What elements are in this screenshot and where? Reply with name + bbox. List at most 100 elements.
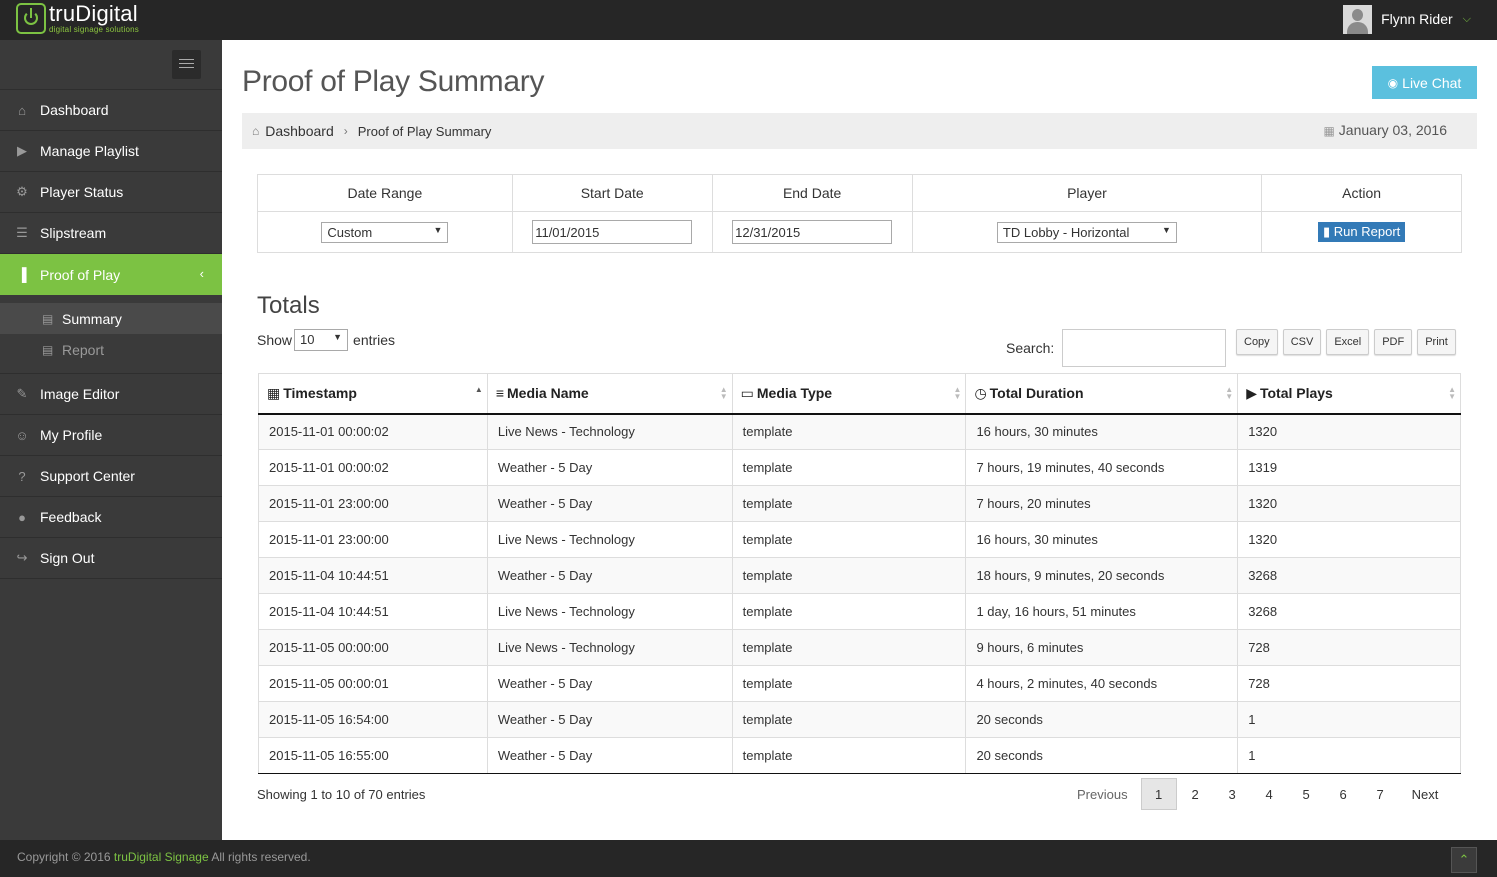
cell-total-duration: 18 hours, 9 minutes, 20 seconds <box>965 557 1239 594</box>
pagination: Previous 1 2 3 4 5 6 7 Next <box>1064 778 1451 810</box>
date-range-select[interactable]: Custom ▼ <box>321 221 449 243</box>
page-button-5[interactable]: 5 <box>1288 778 1325 810</box>
cell-media-type: template <box>731 629 967 666</box>
search-input[interactable] <box>1062 329 1226 367</box>
signal-icon: ▮ <box>1323 224 1331 239</box>
sidebar-item-label: Manage Playlist <box>40 143 139 159</box>
cell-media-type: template <box>731 449 967 486</box>
breadcrumb: ⌂ Dashboard › Proof of Play Summary ▦ Jan… <box>242 113 1477 149</box>
sidebar-item-label: Dashboard <box>40 102 109 118</box>
cell-media-type: template <box>731 737 967 774</box>
cell-timestamp: 2015-11-01 00:00:02 <box>258 449 488 486</box>
sidebar-item-proof-of-play[interactable]: ▐ Proof of Play ‹ <box>0 254 222 295</box>
caret-down-icon: ▼ <box>1162 224 1171 235</box>
sidebar-item-slipstream[interactable]: ☰ Slipstream <box>0 213 222 254</box>
copyright-suffix: All rights reserved. <box>211 850 311 864</box>
sort-icon: ▲ ▼ <box>1448 385 1456 401</box>
cell-media-name: Weather - 5 Day <box>486 557 733 594</box>
previous-page-button[interactable]: Previous <box>1064 778 1141 810</box>
list-icon: ≡ <box>495 385 505 402</box>
sidebar-item-my-profile[interactable]: ☺ My Profile <box>0 415 222 456</box>
user-menu[interactable]: Flynn Rider ⌵ <box>1343 4 1471 34</box>
cell-media-name: Live News - Technology <box>486 413 733 450</box>
cell-media-name: Weather - 5 Day <box>486 485 733 522</box>
cell-timestamp: 2015-11-01 00:00:02 <box>258 413 488 450</box>
table-info: Showing 1 to 10 of 70 entries <box>257 787 426 802</box>
sidebar-toggle-button[interactable] <box>172 50 201 79</box>
comments-icon: ◉ <box>1387 75 1399 90</box>
next-page-button[interactable]: Next <box>1399 778 1452 810</box>
page-button-4[interactable]: 4 <box>1251 778 1288 810</box>
entries-value: 10 <box>300 332 315 347</box>
sidebar-item-manage-playlist[interactable]: ▶ Manage Playlist <box>0 131 222 172</box>
print-button[interactable]: Print <box>1417 329 1456 355</box>
sort-icon: ▲ ▼ <box>1225 385 1234 401</box>
scroll-to-top-button[interactable]: ⌃ <box>1451 847 1477 873</box>
cell-media-name: Live News - Technology <box>486 521 733 558</box>
cell-total-plays: 1 <box>1237 737 1461 774</box>
cell-media-name: Weather - 5 Day <box>486 701 733 738</box>
sidebar-subitem-report[interactable]: ▤ Report <box>0 334 222 365</box>
footer-brand-link[interactable]: truDigital Signage <box>114 850 209 864</box>
csv-button[interactable]: CSV <box>1282 329 1322 355</box>
breadcrumb-dashboard-link[interactable]: Dashboard <box>265 123 334 139</box>
column-header-label: Media Name <box>507 385 589 402</box>
sidebar-item-sign-out[interactable]: ↪ Sign Out <box>0 538 222 579</box>
sidebar-subitem-label: Summary <box>62 310 122 327</box>
cell-media-name: Weather - 5 Day <box>486 737 733 774</box>
sidebar-item-image-editor[interactable]: ✎ Image Editor <box>0 374 222 415</box>
cell-media-name: Live News - Technology <box>486 593 733 630</box>
table-row: 2015-11-01 00:00:02 Live News - Technolog… <box>258 413 1461 450</box>
column-header-timestamp[interactable]: ▦ Timestamp ▲ <box>258 373 488 415</box>
copyright-prefix: Copyright © 2016 <box>17 850 111 864</box>
cell-total-plays: 1319 <box>1237 449 1461 486</box>
user-name: Flynn Rider <box>1381 11 1453 27</box>
caret-down-icon: ▼ <box>433 224 443 235</box>
sidebar-item-label: Feedback <box>40 509 102 525</box>
column-header-total-plays[interactable]: ▶ Total Plays ▲ ▼ <box>1237 373 1461 415</box>
chevron-down-icon: ⌵ <box>1462 12 1471 25</box>
page-button-3[interactable]: 3 <box>1214 778 1251 810</box>
cell-total-duration: 20 seconds <box>965 737 1239 774</box>
sidebar-item-support-center[interactable]: ? Support Center <box>0 456 222 497</box>
sidebar-item-player-status[interactable]: ⚙ Player Status <box>0 172 222 213</box>
sidebar-item-feedback[interactable]: ● Feedback <box>0 497 222 538</box>
page-button-1[interactable]: 1 <box>1140 778 1177 810</box>
copy-button[interactable]: Copy <box>1236 329 1278 355</box>
breadcrumb-current: Proof of Play Summary <box>357 123 492 139</box>
run-report-label: Run Report <box>1333 224 1401 239</box>
column-header-media-type[interactable]: ▭ Media Type ▲ ▼ <box>731 373 967 415</box>
live-chat-button[interactable]: ◉ Live Chat <box>1372 66 1477 99</box>
start-date-input[interactable]: 11/01/2015 <box>532 220 693 244</box>
cell-total-duration: 16 hours, 30 minutes <box>965 521 1239 558</box>
run-report-button[interactable]: ▮ Run Report <box>1318 222 1406 242</box>
end-date-input[interactable]: 12/31/2015 <box>732 220 893 244</box>
cell-total-duration: 16 hours, 30 minutes <box>965 413 1239 450</box>
player-select[interactable]: TD Lobby - Horizontal ▼ <box>996 221 1177 243</box>
cell-media-type: template <box>731 413 967 450</box>
gears-icon: ⚙ <box>16 184 28 199</box>
desktop-icon: ▭ <box>740 384 754 401</box>
page-button-2[interactable]: 2 <box>1177 778 1214 810</box>
entries-length-control: Show 10 ▼ entries <box>257 329 395 351</box>
sidebar-item-dashboard[interactable]: ⌂ Dashboard <box>0 90 222 131</box>
main-content: Proof of Play Summary ◉ Live Chat ⌂ Dash… <box>222 40 1497 840</box>
column-header-media-name[interactable]: ≡ Media Name ▲ ▼ <box>486 373 733 415</box>
page-button-6[interactable]: 6 <box>1325 778 1362 810</box>
top-bar: truDigital digital signage solutions Fly… <box>0 0 1497 40</box>
pdf-button[interactable]: PDF <box>1374 329 1413 355</box>
sidebar-subitem-summary[interactable]: ▤ Summary <box>0 303 222 334</box>
excel-button[interactable]: Excel <box>1326 329 1370 355</box>
book-icon: ▤ <box>42 311 54 326</box>
sidebar-item-label: Image Editor <box>40 386 120 402</box>
table-row: 2015-11-05 00:00:01 Weather - 5 Day templa… <box>258 665 1461 702</box>
brand-logo[interactable]: truDigital digital signage solutions <box>16 3 139 35</box>
page-button-7[interactable]: 7 <box>1362 778 1399 810</box>
footer: Copyright © 2016 truDigital Signage All … <box>0 840 1497 877</box>
cell-media-name: Weather - 5 Day <box>486 665 733 702</box>
entries-select[interactable]: 10 ▼ <box>294 329 349 351</box>
bar-chart-icon: ▐ <box>17 267 27 282</box>
chevron-left-icon: ‹ <box>199 266 204 281</box>
column-header-total-duration[interactable]: ◷ Total Duration ▲ ▼ <box>965 373 1239 415</box>
sort-icon: ▲ ▼ <box>953 385 962 401</box>
